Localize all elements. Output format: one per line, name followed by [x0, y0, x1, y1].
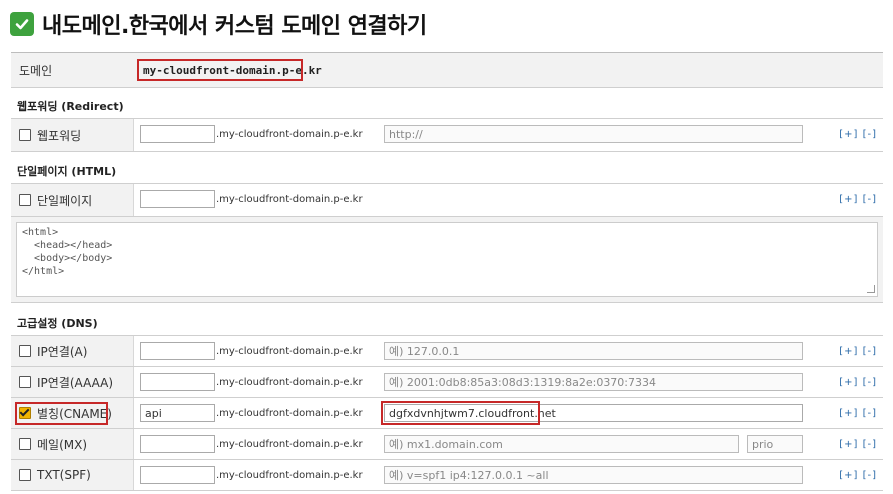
host-input[interactable]	[140, 125, 215, 143]
domain-suffix: .my-cloudfront-domain.p-e.kr	[216, 408, 363, 419]
section-single-page: 단일페이지 (HTML)	[11, 159, 883, 184]
domain-suffix: .my-cloudfront-domain.p-e.kr	[216, 377, 363, 388]
row-label: 웹포워딩	[37, 128, 82, 143]
dns-mx-checkbox[interactable]	[19, 438, 31, 450]
value-input[interactable]: 예) 127.0.0.1	[384, 342, 803, 360]
domain-settings-panel: 도메인 my-cloudfront-domain.p-e.kr 웹포워딩 (Re…	[11, 52, 883, 493]
row-label: TXT(SPF)	[37, 468, 91, 482]
html-content-textarea[interactable]: <html> <head></head> <body></body> </htm…	[16, 222, 878, 297]
section-web-forwarding: 웹포워딩 (Redirect)	[11, 94, 883, 119]
cname-value-highlight	[381, 401, 540, 425]
value-input[interactable]: 예) mx1.domain.com	[384, 435, 739, 453]
value-input[interactable]: 예) 2001:0db8:85a3:08d3:1319:8a2e:0370:73…	[384, 373, 803, 391]
add-remove-controls[interactable]: [+] [-]	[839, 439, 877, 450]
section-dns: 고급설정 (DNS)	[11, 311, 883, 336]
dns-row-a: IP연결(A) .my-cloudfront-domain.p-e.kr 예) …	[11, 336, 883, 367]
web-forwarding-checkbox[interactable]	[19, 129, 31, 141]
resize-handle-icon[interactable]	[867, 285, 875, 293]
host-input[interactable]	[140, 342, 215, 360]
single-page-checkbox[interactable]	[19, 194, 31, 206]
domain-suffix: .my-cloudfront-domain.p-e.kr	[216, 129, 363, 140]
dns-row-cname: 별칭(CNAME) api .my-cloudfront-domain.p-e.…	[11, 398, 883, 429]
forward-url-input[interactable]: http://	[384, 125, 803, 143]
domain-suffix: .my-cloudfront-domain.p-e.kr	[216, 346, 363, 357]
page-title: 내도메인.한국에서 커스텀 도메인 연결하기	[42, 14, 427, 39]
domain-highlight	[137, 59, 303, 81]
single-page-row: 단일페이지 .my-cloudfront-domain.p-e.kr [+] […	[11, 184, 883, 217]
cname-label-highlight	[15, 402, 108, 425]
dns-row-mx: 메일(MX) .my-cloudfront-domain.p-e.kr 예) m…	[11, 429, 883, 460]
row-label: 단일페이지	[37, 193, 93, 208]
dns-row-aaaa: IP연결(AAAA) .my-cloudfront-domain.p-e.kr …	[11, 367, 883, 398]
domain-suffix: .my-cloudfront-domain.p-e.kr	[216, 194, 363, 205]
prio-input[interactable]: prio	[747, 435, 803, 453]
host-input[interactable]	[140, 373, 215, 391]
row-label: 메일(MX)	[37, 437, 88, 452]
add-remove-controls[interactable]: [+] [-]	[839, 346, 877, 357]
host-input[interactable]: api	[140, 404, 215, 422]
page-heading: 내도메인.한국에서 커스텀 도메인 연결하기	[10, 6, 427, 42]
host-input[interactable]	[140, 190, 215, 208]
host-input[interactable]	[140, 435, 215, 453]
add-remove-controls[interactable]: [+] [-]	[839, 377, 877, 388]
add-remove-controls[interactable]: [+] [-]	[839, 194, 877, 205]
check-mark-icon	[10, 12, 34, 36]
host-input[interactable]	[140, 466, 215, 484]
html-editor-row: <html> <head></head> <body></body> </htm…	[11, 217, 883, 303]
dns-txt-checkbox[interactable]	[19, 469, 31, 481]
section-title: 웹포워딩 (Redirect)	[17, 100, 124, 113]
value-input[interactable]: 예) v=spf1 ip4:127.0.0.1 ~all	[384, 466, 803, 484]
section-title: 단일페이지 (HTML)	[17, 165, 117, 178]
add-remove-controls[interactable]: [+] [-]	[839, 129, 877, 140]
dns-a-checkbox[interactable]	[19, 345, 31, 357]
section-title: 고급설정 (DNS)	[17, 317, 98, 330]
domain-suffix: .my-cloudfront-domain.p-e.kr	[216, 470, 363, 481]
domain-suffix: .my-cloudfront-domain.p-e.kr	[216, 439, 363, 450]
row-label: IP연결(A)	[37, 344, 88, 359]
add-remove-controls[interactable]: [+] [-]	[839, 470, 877, 481]
dns-aaaa-checkbox[interactable]	[19, 376, 31, 388]
dns-row-txt: TXT(SPF) .my-cloudfront-domain.p-e.kr 예)…	[11, 460, 883, 491]
row-label: IP연결(AAAA)	[37, 375, 114, 390]
add-remove-controls[interactable]: [+] [-]	[839, 408, 877, 419]
domain-label: 도메인	[19, 63, 53, 78]
domain-row: 도메인 my-cloudfront-domain.p-e.kr	[11, 53, 883, 88]
web-forwarding-row: 웹포워딩 .my-cloudfront-domain.p-e.kr http:/…	[11, 119, 883, 152]
